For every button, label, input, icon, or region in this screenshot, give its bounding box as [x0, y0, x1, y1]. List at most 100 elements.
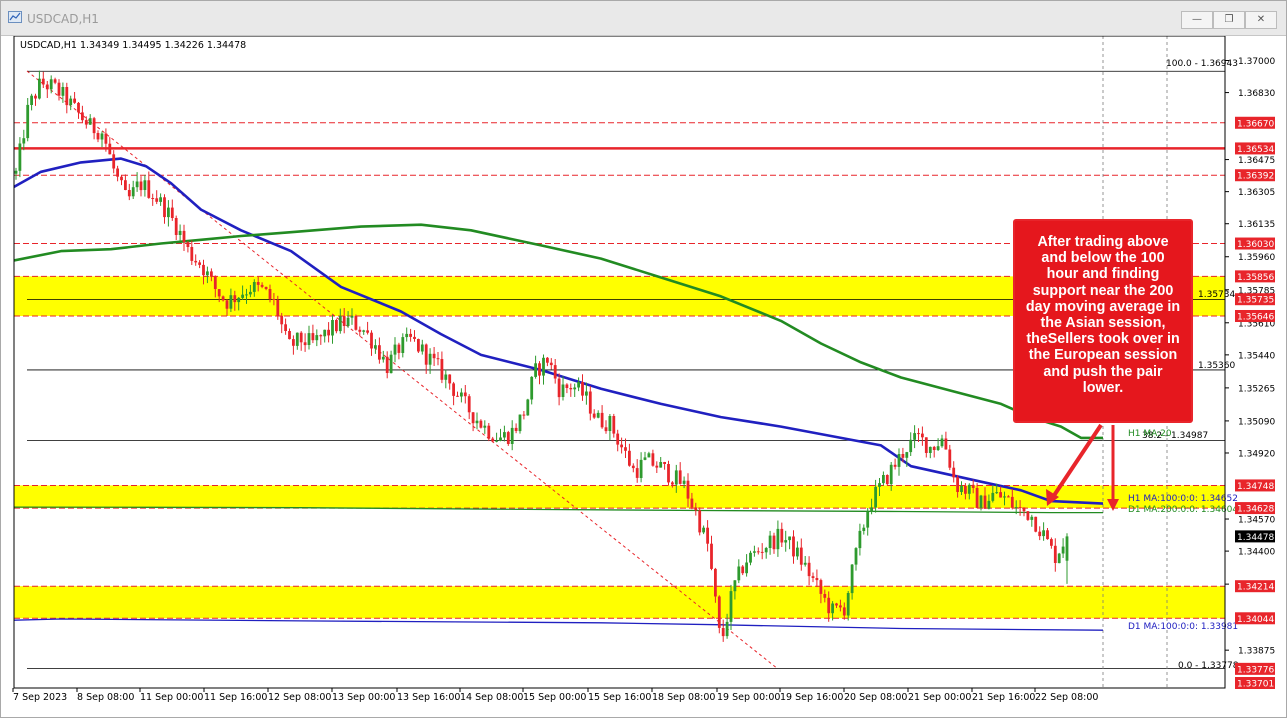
time-tick-label: 7 Sep 2023 [13, 692, 67, 703]
time-tick-label: 19 Sep 00:00 [717, 692, 780, 703]
price-tick-label: 1.36135 [1238, 220, 1275, 230]
ma-label-h1-200: H1 MA:20 [1128, 429, 1172, 439]
candle-body [41, 78, 45, 85]
price-tick-label: 1.36305 [1238, 188, 1275, 198]
candle-body [186, 242, 190, 247]
candle-body [643, 457, 647, 460]
candle-body [229, 295, 233, 309]
price-marker-label: 1.33701 [1237, 680, 1274, 690]
candle-body [448, 374, 452, 384]
candle-body [323, 329, 327, 337]
candle-body [659, 462, 663, 468]
candle-body [124, 180, 127, 190]
candle-body [678, 470, 682, 484]
candle-body [839, 605, 842, 608]
candle-body [671, 482, 674, 485]
price-tick-label: 1.33875 [1238, 647, 1275, 657]
candle-body [737, 566, 741, 581]
candle-body [717, 596, 721, 628]
annotation-line: and below the 100 [1041, 250, 1165, 267]
price-marker-label: 1.34628 [1237, 505, 1274, 515]
minimize-icon[interactable]: — [1181, 11, 1213, 29]
candle-body [862, 527, 866, 531]
candle-body [460, 392, 463, 397]
candle-body [112, 154, 116, 169]
candle-body [987, 500, 991, 509]
candle-body [77, 102, 80, 113]
time-tick-label: 13 Sep 16:00 [397, 692, 460, 703]
candle-body [878, 483, 881, 487]
candle-body [534, 363, 537, 377]
candle-body [96, 133, 100, 140]
candle-body [100, 133, 104, 140]
candle-body [155, 198, 159, 202]
price-marker-label: 1.35735 [1237, 296, 1274, 306]
time-tick-label: 19 Sep 16:00 [780, 692, 843, 703]
window-title: USDCAD,H1 [27, 12, 99, 26]
fib-0-label: 0.0 - 1.33778 [1178, 661, 1239, 671]
candle-body [370, 332, 373, 349]
candle-body [295, 332, 299, 346]
time-tick-label: 8 Sep 08:00 [77, 692, 134, 703]
candle-body [991, 492, 995, 501]
candle-body [346, 317, 350, 326]
candle-body [885, 475, 889, 485]
candle-body [163, 197, 166, 218]
candle-body [210, 271, 213, 277]
window-titlebar[interactable]: USDCAD,H1 — ❐ ✕ [1, 1, 1286, 36]
candle-body [764, 548, 768, 553]
candle-body [81, 112, 84, 121]
candle-body [479, 420, 483, 428]
restore-icon[interactable]: ❐ [1213, 11, 1245, 29]
candle-body [897, 454, 901, 467]
candle-body [889, 464, 893, 485]
price-marker-label: 1.36030 [1237, 240, 1274, 250]
price-tick-label: 1.34570 [1238, 516, 1275, 526]
candle-body [581, 382, 584, 396]
candle-body [182, 230, 186, 243]
candle-body [417, 339, 420, 352]
price-marker-label: 1.35646 [1237, 312, 1274, 322]
candle-body [714, 568, 717, 597]
annotation-line: hour and finding [1046, 266, 1160, 283]
candle-body [565, 384, 569, 388]
candle-body [170, 207, 174, 218]
candle-body [190, 247, 194, 261]
candle-body [178, 230, 182, 235]
candle-body [514, 427, 518, 431]
annotation-line: theSellers took over in [1026, 331, 1180, 348]
candle-body [401, 337, 405, 353]
candle-body [944, 438, 948, 450]
candle-body [202, 264, 205, 276]
annotation-line: lower. [1082, 379, 1124, 396]
candle-body [432, 353, 436, 359]
time-tick-label: 20 Sep 08:00 [844, 692, 907, 703]
candle-body [956, 477, 959, 492]
ohlc-header: USDCAD,H1 1.34349 1.34495 1.34226 1.3447… [20, 40, 246, 51]
candle-body [651, 453, 655, 466]
candle-body [979, 495, 983, 508]
candle-body [850, 564, 854, 594]
candle-body [88, 118, 92, 125]
close-icon[interactable]: ✕ [1245, 11, 1277, 29]
candle-body [167, 207, 170, 218]
time-tick-label: 14 Sep 08:00 [460, 692, 523, 703]
candle-body [436, 358, 440, 360]
ma-label-d1-200: D1 MA:200:0:0: 1.34604 [1128, 505, 1238, 515]
candle-body [491, 438, 495, 442]
candle-body [135, 181, 139, 188]
candle-body [381, 356, 385, 360]
candle-body [807, 562, 811, 577]
candle-body [467, 396, 471, 413]
candle-body [776, 528, 780, 550]
candle-body [342, 316, 346, 326]
candle-body [159, 197, 162, 202]
candle-body [811, 576, 815, 578]
candle-body [546, 357, 549, 363]
candle-body [389, 354, 393, 374]
candle-body [909, 439, 913, 453]
candle-body [733, 580, 737, 592]
price-tick-label: 1.35440 [1238, 351, 1275, 361]
candle-body [65, 87, 69, 106]
candle-body [706, 527, 709, 544]
